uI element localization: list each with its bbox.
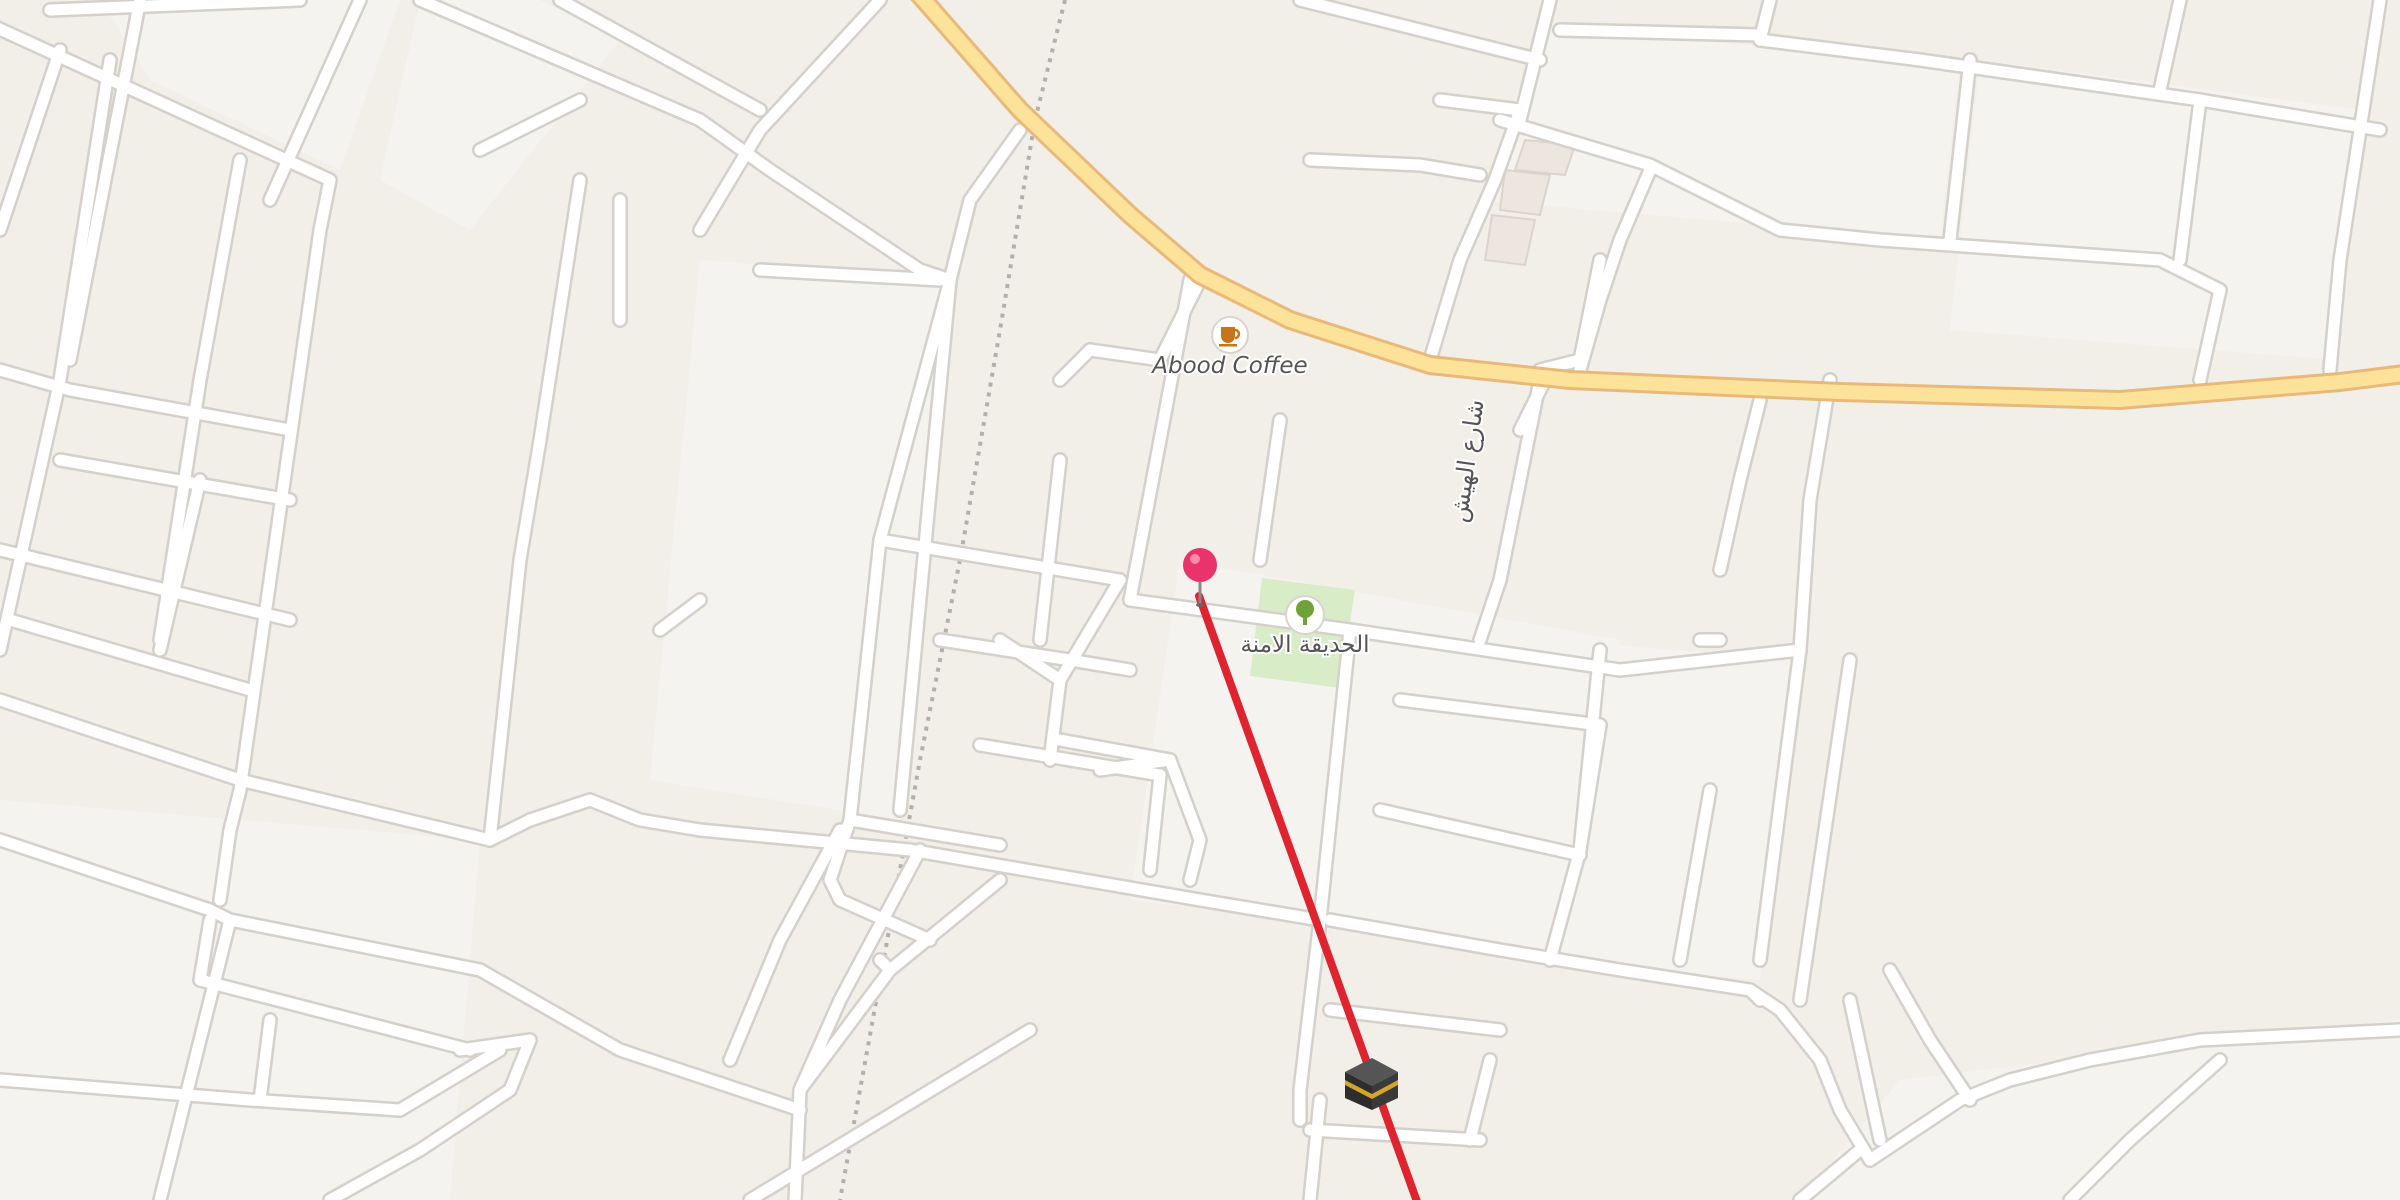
- map-canvas[interactable]: Abood Coffee الحديقة الامنة شارع الهيش: [0, 0, 2400, 1200]
- poi-label-coffee: Abood Coffee: [1150, 353, 1307, 379]
- poi-label-park: الحديقة الامنة: [1240, 632, 1369, 658]
